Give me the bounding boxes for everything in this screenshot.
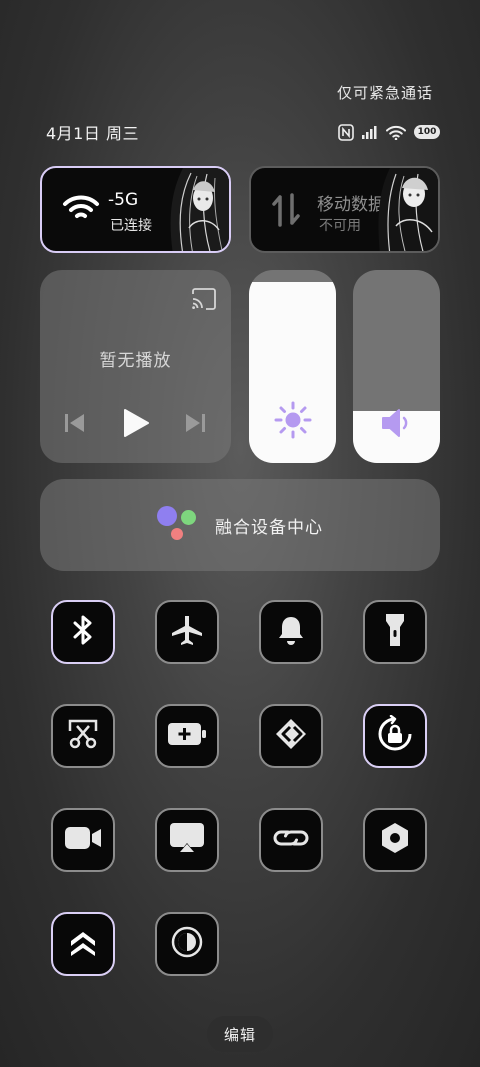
status-bar: 4月1日 周三 100: [46, 122, 440, 143]
hexagon-nut-icon: [378, 821, 412, 859]
volume-icon: [353, 407, 440, 439]
edit-button[interactable]: 编辑: [207, 1016, 273, 1052]
brightness-icon: [249, 401, 336, 439]
share-arrows-icon: [274, 717, 308, 755]
anime-character-image: [378, 168, 438, 251]
wifi-icon: [62, 193, 100, 227]
wifi-icon: [386, 125, 406, 140]
rotation-lock-toggle[interactable]: [363, 704, 427, 768]
system-icons: 100: [338, 123, 440, 141]
screenshot-scissors-icon: [66, 717, 100, 755]
now-playing-text: 暂无播放: [99, 351, 172, 371]
bluetooth-icon: [71, 614, 95, 650]
mobile-data-icon: [271, 193, 301, 231]
rotation-lock-icon: [376, 714, 414, 757]
previous-icon[interactable]: [64, 413, 86, 437]
date-text: 4月1日 周三: [46, 124, 139, 143]
video-camera-icon: [64, 825, 102, 855]
bell-icon: [276, 614, 306, 650]
performance-toggle[interactable]: [51, 912, 115, 976]
nfc-icon: [338, 123, 354, 141]
wifi-network-name: -5G: [108, 190, 139, 210]
screen-record-toggle[interactable]: [51, 808, 115, 872]
battery-plus-icon: [167, 722, 207, 750]
anime-character-image: [170, 168, 229, 251]
airplane-mode-toggle[interactable]: [155, 600, 219, 664]
wifi-card[interactable]: -5G 已连接: [40, 166, 231, 253]
ringer-toggle[interactable]: [259, 600, 323, 664]
airplane-icon: [170, 613, 204, 651]
media-player-card[interactable]: 暂无播放: [40, 270, 231, 463]
volume-slider[interactable]: [353, 270, 440, 463]
fusion-device-center-label: 融合设备中心: [215, 517, 323, 538]
share-toggle[interactable]: [259, 704, 323, 768]
bluetooth-toggle[interactable]: [51, 600, 115, 664]
wifi-status-text: 已连接: [110, 218, 152, 234]
contrast-icon: [171, 926, 203, 962]
hotspot-link-toggle[interactable]: [259, 808, 323, 872]
flashlight-toggle[interactable]: [363, 600, 427, 664]
screenshot-toggle[interactable]: [51, 704, 115, 768]
fusion-logo-icon: [157, 506, 199, 544]
power-saving-toggle[interactable]: [155, 704, 219, 768]
next-icon[interactable]: [184, 413, 206, 437]
mobile-data-status-text: 不可用: [319, 218, 361, 234]
dark-mode-toggle[interactable]: [155, 912, 219, 976]
emergency-call-only-text: 仅可紧急通话: [336, 84, 433, 102]
fusion-device-center-card[interactable]: 融合设备中心: [40, 479, 440, 571]
signal-icon: [362, 125, 378, 139]
link-icon: [271, 823, 311, 857]
battery-icon: 100: [414, 125, 440, 139]
screen-cast-icon: [169, 822, 205, 858]
brightness-slider[interactable]: [249, 270, 336, 463]
flashlight-icon: [384, 612, 406, 652]
mobile-data-card[interactable]: 移动数据 不可用: [249, 166, 440, 253]
double-chevron-up-icon: [68, 927, 98, 961]
screen-cast-toggle[interactable]: [155, 808, 219, 872]
play-icon[interactable]: [122, 408, 150, 442]
cast-icon[interactable]: [191, 288, 217, 314]
settings-toggle[interactable]: [363, 808, 427, 872]
